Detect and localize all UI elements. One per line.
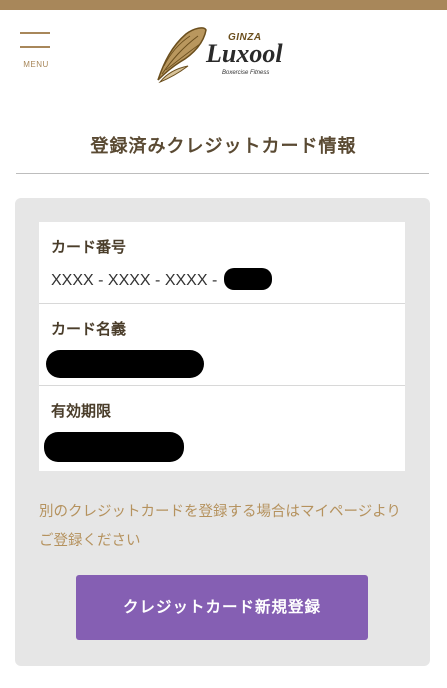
- card-info-box: カード番号 XXXX - XXXX - XXXX - カード名義 有効期限: [39, 222, 405, 471]
- card-number-redaction: [223, 268, 272, 290]
- card-holder-label: カード名義: [51, 320, 127, 338]
- register-new-card-button[interactable]: クレジットカード新規登録: [76, 575, 368, 640]
- expiry-redaction: [44, 432, 184, 462]
- card-number-label: カード番号: [51, 238, 127, 256]
- expiry-row: 有効期限: [39, 386, 405, 471]
- card-holder-row: カード名義: [39, 304, 405, 386]
- top-accent-bar: [0, 0, 447, 10]
- card-number-masked: XXXX - XXXX - XXXX -: [51, 272, 222, 290]
- site-header: MENU GINZA Luxool Boxercise Fitness: [0, 10, 447, 90]
- menu-button[interactable]: MENU: [18, 30, 54, 72]
- butterfly-wing-icon: [157, 27, 207, 84]
- card-number-value: XXXX - XXXX - XXXX -: [51, 268, 272, 292]
- card-info-panel: カード番号 XXXX - XXXX - XXXX - カード名義 有効期限 別の…: [15, 198, 430, 666]
- hamburger-icon-line: [20, 46, 50, 48]
- expiry-label: 有効期限: [51, 402, 112, 420]
- logo-brand-name: Luxool: [206, 39, 283, 68]
- title-divider: [16, 173, 429, 174]
- menu-label: MENU: [23, 60, 49, 69]
- card-holder-redaction: [46, 350, 204, 378]
- register-notice: 別のクレジットカードを登録する場合はマイページよりご登録ください: [39, 504, 401, 549]
- hamburger-icon: [20, 32, 50, 34]
- luxool-logo[interactable]: GINZA Luxool Boxercise Fitness: [150, 22, 300, 84]
- page-title: 登録済みクレジットカード情報: [90, 136, 357, 157]
- logo-tagline: Boxercise Fitness: [222, 70, 270, 76]
- card-number-row: カード番号 XXXX - XXXX - XXXX -: [39, 222, 405, 304]
